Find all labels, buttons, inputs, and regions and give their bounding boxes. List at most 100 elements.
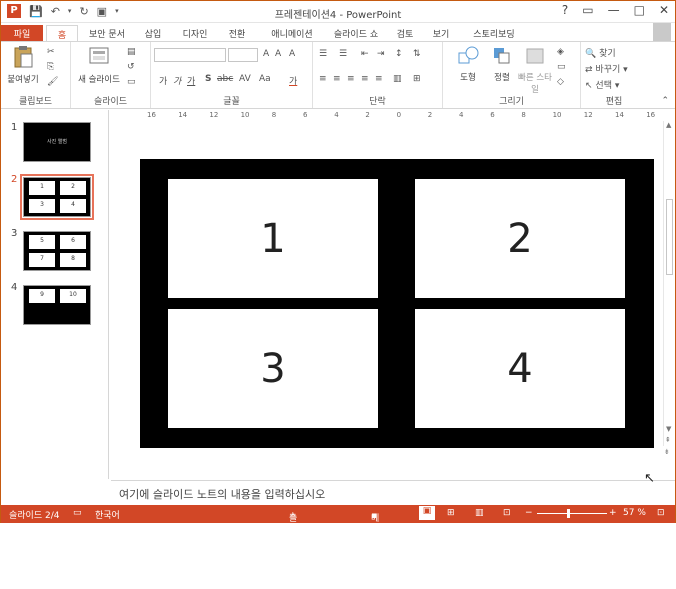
drawing-label: 그리기 — [499, 97, 524, 107]
arrange-icon — [494, 48, 510, 64]
decrease-indent-icon[interactable]: ⇤ — [361, 49, 369, 59]
ribbon-display-button[interactable]: ▭ — [582, 3, 593, 17]
shape-fill-icon[interactable]: ◈ — [557, 47, 564, 57]
previous-slide-icon[interactable]: ⇞ — [665, 436, 671, 444]
zoom-slider-thumb[interactable] — [567, 509, 570, 518]
italic-button[interactable]: 가 — [173, 74, 181, 87]
format-painter-icon[interactable]: 🖌 — [47, 77, 58, 87]
slide-cell[interactable]: 3 — [168, 309, 378, 428]
tab-secure-document[interactable]: 보안 문서 — [83, 25, 131, 41]
language-indicator[interactable]: 한국어 — [95, 508, 120, 521]
collapse-ribbon-icon[interactable]: ⌃ — [661, 96, 669, 106]
next-slide-icon[interactable]: ⇟ — [664, 448, 670, 456]
tab-transitions[interactable]: 전환 — [223, 25, 251, 41]
align-right-icon[interactable]: ≡ — [347, 74, 355, 84]
ribbon: 붙여넣기 ✂ ⎘ 🖌 클립보드 새 슬라이드 ▤ ↺ ▭ 슬라이드 A A A … — [1, 41, 675, 109]
fit-slide-icon[interactable]: ⊡ — [657, 508, 665, 518]
increase-indent-icon[interactable]: ⇥ — [377, 49, 385, 59]
bullets-icon[interactable]: ☰ — [319, 49, 327, 59]
tab-view[interactable]: 보기 — [429, 25, 453, 41]
arrange-button[interactable]: 정렬 — [487, 45, 517, 83]
select-button[interactable]: ↖ 선택 ▾ — [585, 78, 619, 91]
close-button[interactable]: ✕ — [659, 3, 669, 17]
tab-animations[interactable]: 애니메이션 — [263, 25, 321, 41]
tab-storyboarding[interactable]: 스토리보딩 — [466, 25, 522, 41]
justify-icon[interactable]: ≡ — [361, 74, 369, 84]
layout-icon[interactable]: ▤ — [127, 47, 136, 57]
thumbnail-slide-2[interactable]: 1 2 3 4 — [20, 174, 94, 220]
zoom-in-icon[interactable]: + — [609, 508, 617, 518]
numbering-icon[interactable]: ☰ — [339, 49, 347, 59]
vertical-scrollbar[interactable]: ▲ ▼ ⇞ — [663, 121, 674, 446]
clear-format-icon[interactable]: A — [289, 49, 295, 59]
shadow-button[interactable]: S — [205, 74, 211, 84]
ruler-tick-label: 8 — [521, 111, 526, 119]
tab-insert[interactable]: 삽입 — [139, 25, 167, 41]
thumbnail-slide-4[interactable]: 9 10 — [23, 285, 91, 325]
underline-button[interactable]: 가 — [187, 74, 195, 87]
slide-cell[interactable]: 1 — [168, 179, 378, 298]
ruler-tick-label: 2 — [365, 111, 370, 119]
tab-home[interactable]: 홈 — [46, 25, 78, 41]
character-spacing-button[interactable]: AV — [239, 74, 251, 84]
bold-button[interactable]: 가 — [159, 74, 167, 87]
text-direction-icon[interactable]: ⇅ — [413, 49, 421, 59]
notes-pane[interactable]: 여기에 슬라이드 노트의 내용을 입력하십시오 — [111, 480, 675, 505]
scroll-down-icon[interactable]: ▼ — [666, 425, 671, 433]
shape-outline-icon[interactable]: ▭ — [557, 62, 566, 72]
font-name-box[interactable] — [154, 48, 226, 62]
align-center-icon[interactable]: ≡ — [333, 74, 341, 84]
distribute-icon[interactable]: ≡ — [375, 74, 383, 84]
shapes-button[interactable]: 도형 — [449, 45, 487, 83]
scrollbar-thumb[interactable] — [666, 199, 673, 275]
tab-design[interactable]: 디자인 — [176, 25, 214, 41]
quick-styles-button[interactable]: 빠른 스타일 — [517, 45, 553, 95]
smartart-icon[interactable]: ⊞ — [413, 74, 421, 84]
tab-slideshow[interactable]: 슬라이드 쇼 — [329, 25, 383, 41]
paste-button[interactable]: 붙여넣기 — [5, 45, 41, 85]
ruler-tick-label: 14 — [178, 111, 188, 119]
mouse-cursor-icon: ↖ — [644, 471, 655, 486]
strikethrough-button[interactable]: abc — [217, 74, 233, 84]
replace-button[interactable]: ⇄ 바꾸기 ▾ — [585, 62, 628, 75]
current-slide[interactable]: 1 2 3 4 — [140, 159, 654, 448]
section-icon[interactable]: ▭ — [127, 77, 136, 87]
zoom-slider[interactable] — [537, 509, 607, 518]
help-button[interactable]: ? — [562, 3, 568, 17]
tab-review[interactable]: 검토 — [393, 25, 417, 41]
zoom-level[interactable]: 57 % — [623, 508, 646, 518]
tab-file[interactable]: 파일 — [1, 25, 43, 41]
line-spacing-icon[interactable]: ↕ — [395, 49, 403, 59]
thumbnail-number: 4 — [11, 282, 18, 293]
slide-cell[interactable]: 4 — [415, 309, 625, 428]
maximize-button[interactable]: □ — [634, 3, 645, 17]
columns-icon[interactable]: ▥ — [393, 74, 402, 84]
decrease-font-icon[interactable]: A — [275, 49, 281, 59]
spell-check-icon[interactable]: ▭ — [73, 508, 82, 518]
change-case-button[interactable]: Aa — [259, 74, 271, 84]
minimize-button[interactable]: — — [608, 3, 620, 17]
find-button[interactable]: 🔍 찾기 — [585, 46, 616, 59]
replace-icon: ⇄ — [585, 65, 593, 75]
reset-icon[interactable]: ↺ — [127, 62, 135, 72]
slides-group: 새 슬라이드 ▤ ↺ ▭ 슬라이드 — [71, 42, 151, 108]
font-size-box[interactable] — [228, 48, 258, 62]
font-color-button[interactable]: 가 — [289, 74, 297, 87]
slide-cell[interactable]: 2 — [415, 179, 625, 298]
user-avatar[interactable] — [653, 23, 671, 41]
zoom-out-icon[interactable]: − — [525, 508, 533, 518]
align-left-icon[interactable]: ≡ — [319, 74, 327, 84]
thumbnail-slide-3[interactable]: 5 6 7 8 — [23, 231, 91, 271]
title-bar: P 💾 ↶ ▾ ↻ ▣ ▾ 프레젠테이션4 - PowerPoint ? ▭ —… — [1, 1, 675, 23]
shape-effects-icon[interactable]: ◇ — [557, 77, 564, 87]
increase-font-icon[interactable]: A — [263, 49, 269, 59]
thumbnail-slide-1[interactable]: 사진 앨범 — [23, 122, 91, 162]
scroll-up-icon[interactable]: ▲ — [666, 121, 671, 129]
slide-sorter-icon[interactable]: ⊞ — [447, 508, 455, 518]
normal-view-icon[interactable]: ▣ — [419, 506, 435, 520]
reading-view-icon[interactable]: ▥ — [475, 508, 484, 518]
copy-icon[interactable]: ⎘ — [47, 62, 54, 72]
cut-icon[interactable]: ✂ — [47, 47, 55, 57]
new-slide-button[interactable]: 새 슬라이드 — [75, 45, 123, 85]
slideshow-view-icon[interactable]: ⊡ — [503, 508, 511, 518]
